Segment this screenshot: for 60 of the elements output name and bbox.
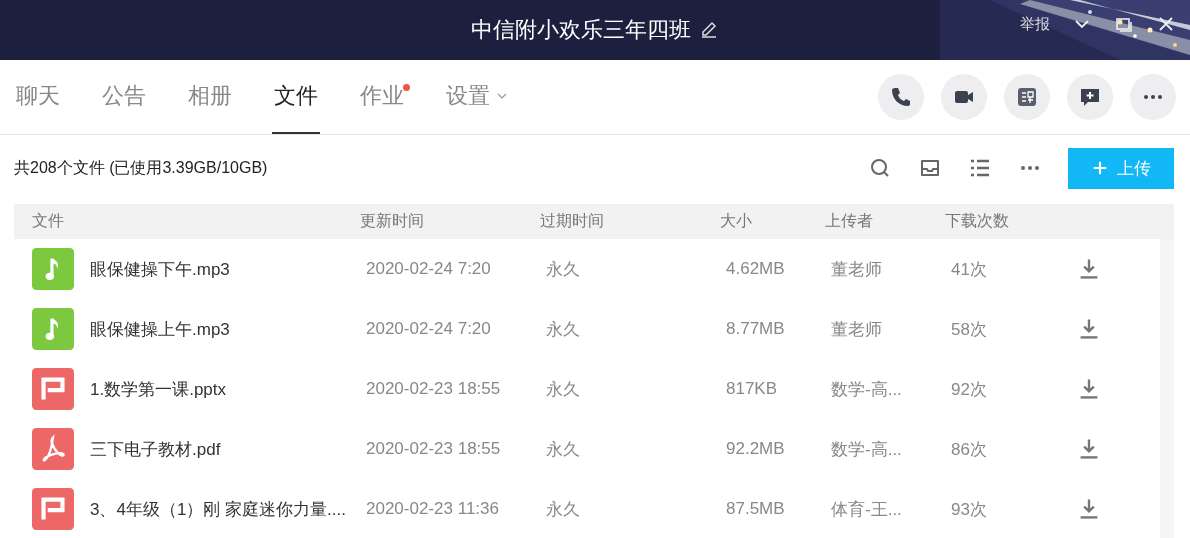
lesson-icon [1015, 85, 1039, 109]
column-header: 大小 [720, 211, 753, 231]
phone-button[interactable] [878, 74, 924, 120]
table-cell-text: 58次 [950, 318, 988, 341]
table-cell-text: 永久 [545, 258, 581, 281]
notification-dot [403, 84, 410, 91]
table-cell-text: 体育-王... [830, 498, 903, 521]
table-cell-text: 数学-高... [830, 378, 903, 401]
tab[interactable]: 文件 [272, 60, 320, 134]
table-cell-text: 817KB [725, 379, 779, 399]
table-cell-text: 86次 [950, 438, 988, 461]
table-cell-text: 数学-高... [830, 438, 903, 461]
table-cell-text: 2020-02-23 18:55 [365, 379, 502, 399]
flag-file-icon [32, 368, 74, 410]
file-name[interactable]: 1.数学第一课.pptx [90, 377, 227, 401]
column-header: 上传者 [825, 211, 874, 231]
column-header: 文件 [31, 211, 65, 231]
music-note-icon [32, 248, 74, 290]
file-summary: 共208个文件 (已使用3.39GB/10GB) [14, 157, 268, 178]
tab[interactable]: 聊天 [14, 60, 62, 134]
report-link[interactable]: 举报 [1020, 14, 1050, 34]
pdf-file-icon [32, 428, 74, 470]
table-cell-text: 92.2MB [725, 439, 786, 459]
column-header: 更新时间 [360, 211, 425, 231]
window-title: 中信附小欢乐三年四班 [471, 16, 691, 44]
table-cell-text: 董老师 [830, 258, 883, 281]
plus-icon [1091, 159, 1109, 177]
table-cell-text: 93次 [950, 498, 988, 521]
table-cell-text: 2020-02-24 7:20 [365, 259, 492, 279]
table-cell-text: 2020-02-23 11:36 [365, 499, 500, 519]
file-name[interactable]: 眼保健操下午.mp3 [90, 257, 230, 281]
table-cell-text: 87.5MB [725, 499, 786, 519]
file-name[interactable]: 眼保健操上午.mp3 [90, 317, 230, 341]
more-icon [1144, 95, 1162, 99]
file-name[interactable]: 三下电子教材.pdf [90, 437, 221, 461]
table-cell-text: 永久 [545, 378, 581, 401]
table-cell-text: 永久 [545, 498, 581, 521]
table-cell-text: 2020-02-24 7:20 [365, 319, 492, 339]
phone-icon [889, 85, 913, 109]
flag-file-icon [32, 488, 74, 530]
table-cell-text: 4.62MB [725, 259, 786, 279]
column-header: 下载次数 [945, 211, 1010, 231]
table-cell-text: 董老师 [830, 318, 883, 341]
tab[interactable]: 设置 [444, 60, 510, 134]
file-name[interactable]: 3、4年级（1）刚 家庭迷你力量.... [90, 497, 346, 521]
add-comment-button[interactable] [1067, 74, 1113, 120]
table-cell-text: 41次 [950, 258, 988, 281]
table-cell-text: 92次 [950, 378, 988, 401]
tab[interactable]: 公告 [100, 60, 148, 134]
tab[interactable]: 相册 [186, 60, 234, 134]
tab[interactable]: 作业 [358, 60, 406, 134]
table-cell-text: 永久 [545, 438, 581, 461]
music-note-icon [32, 308, 74, 350]
table-cell-text: 2020-02-23 18:55 [365, 439, 502, 459]
column-header: 过期时间 [540, 211, 605, 231]
table-cell-text: 永久 [545, 318, 581, 341]
lesson-button[interactable] [1004, 74, 1050, 120]
video-call-button[interactable] [941, 74, 987, 120]
edit-icon[interactable] [699, 20, 719, 40]
table-cell-text: 8.77MB [725, 319, 786, 339]
